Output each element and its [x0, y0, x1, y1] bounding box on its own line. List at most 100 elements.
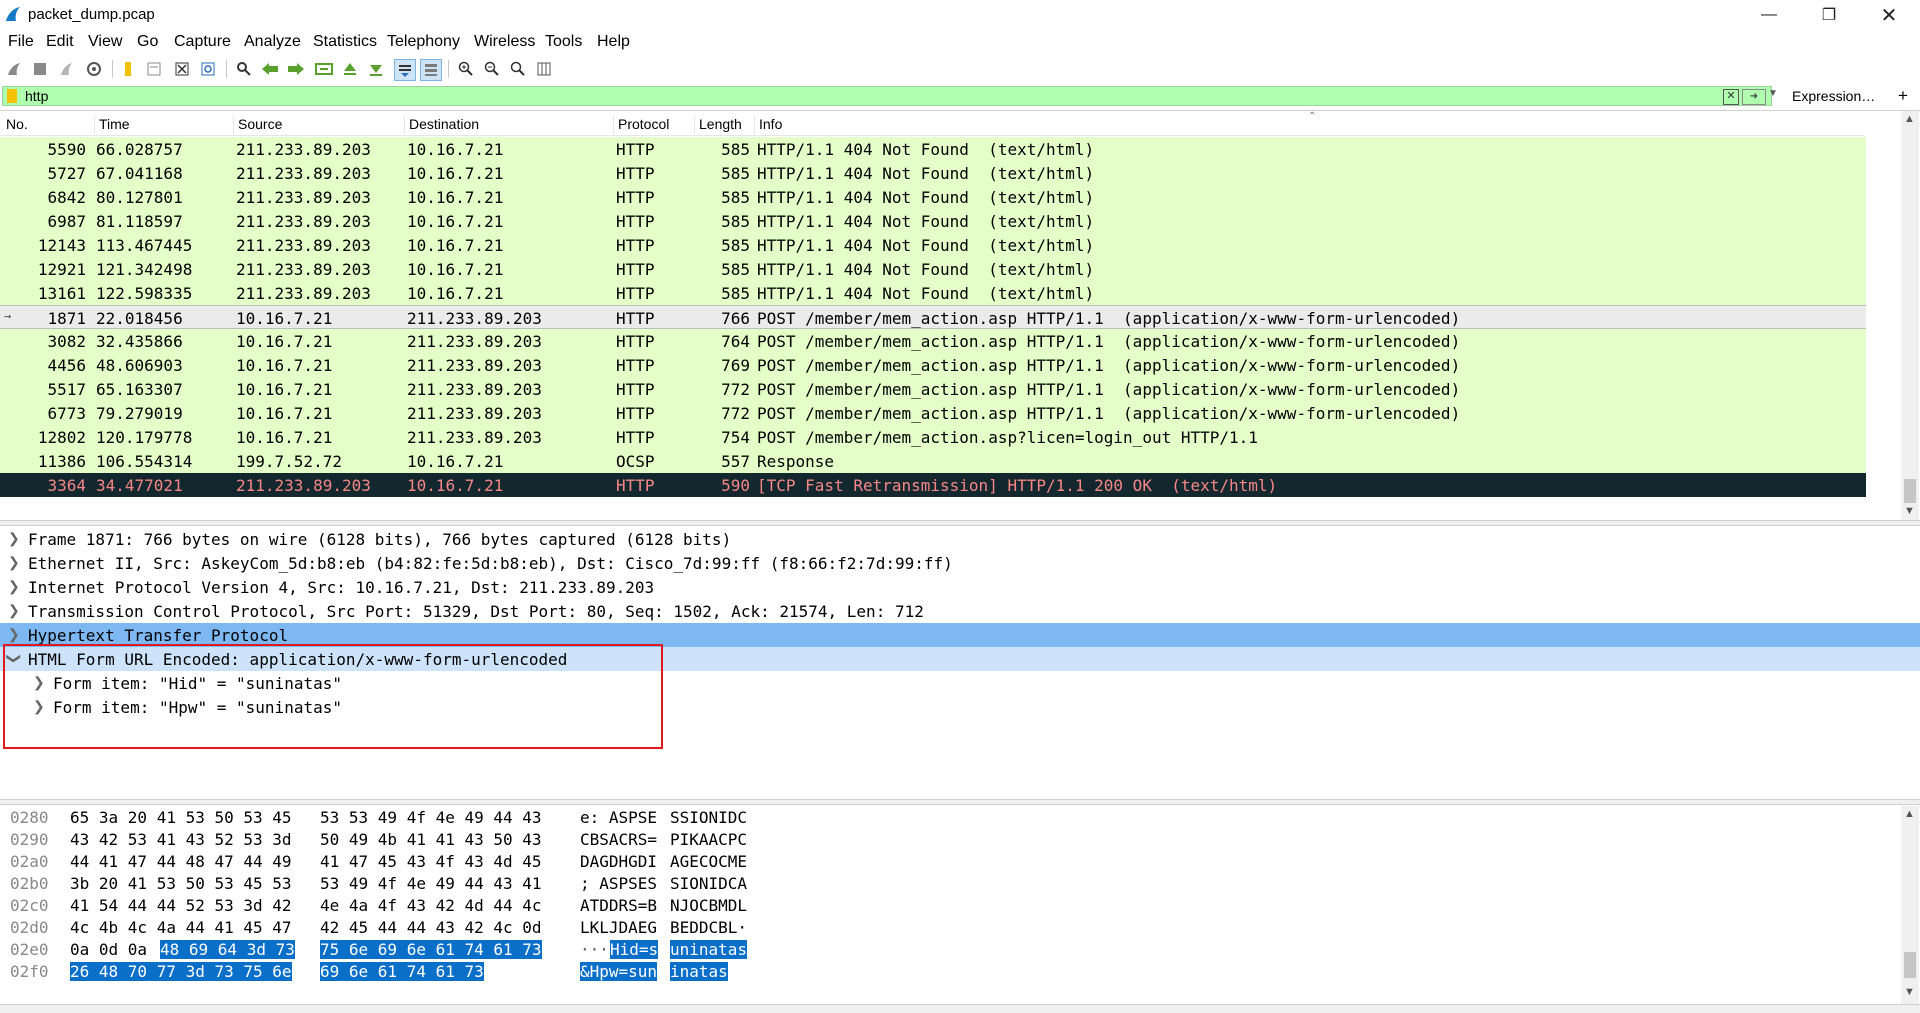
packet-row[interactable]: 12802 120.179778 10.16.7.21 211.233.89.203 H…	[0, 425, 1866, 449]
bytes-scrollbar[interactable]: ▲ ▼	[1901, 806, 1919, 1004]
filter-history-dropdown-icon[interactable]: ▼	[1768, 88, 1778, 99]
auto-scroll-icon[interactable]	[394, 59, 416, 81]
packet-row[interactable]: 13161 122.598335 211.233.89.203 10.16.7.21 H…	[0, 281, 1866, 305]
scrollbar-thumb[interactable]	[1904, 952, 1916, 978]
column-time[interactable]: Time	[94, 116, 130, 134]
cell-len: 772	[721, 404, 750, 423]
packet-row[interactable]: 4456 48.606903 10.16.7.21 211.233.89.203 HTT…	[0, 353, 1866, 377]
expand-arrow-icon[interactable]: ❯	[8, 554, 20, 571]
cell-len: 585	[721, 140, 750, 159]
clear-filter-icon[interactable]: ✕	[1723, 89, 1739, 105]
packet-row[interactable]: 6987 81.118597 211.233.89.203 10.16.7.21 HTT…	[0, 209, 1866, 233]
column-destination[interactable]: Destination	[404, 116, 479, 134]
column-source[interactable]: Source	[233, 116, 282, 134]
go-to-packet-icon[interactable]	[314, 59, 334, 79]
scroll-down-icon[interactable]: ▼	[1904, 505, 1915, 517]
menu-tools[interactable]: Tools	[545, 33, 582, 51]
colorize-icon[interactable]	[420, 59, 442, 81]
packet-row[interactable]: → 1871 22.018456 10.16.7.21 211.233.89.203 HT…	[0, 305, 1866, 329]
reload-file-icon[interactable]	[198, 59, 218, 79]
cell-dst: 211.233.89.203	[407, 428, 542, 447]
expand-arrow-icon[interactable]: ❯	[8, 602, 20, 619]
last-packet-icon[interactable]	[366, 59, 386, 79]
detail-ipv4[interactable]: ❯ Internet Protocol Version 4, Src: 10.1…	[0, 575, 1920, 599]
detail-tcp[interactable]: ❯ Transmission Control Protocol, Src Por…	[0, 599, 1920, 623]
hex-a1: e: ASPSE	[580, 808, 658, 827]
packet-list-scrollbar[interactable]: ▲ ▼	[1901, 111, 1919, 521]
column-length[interactable]: Length	[694, 116, 742, 134]
packet-row[interactable]: 6842 80.127801 211.233.89.203 10.16.7.21 HTT…	[0, 185, 1866, 209]
hex-selected-bytes: 69 6e 61 74 61 73	[320, 962, 484, 981]
hex-row[interactable]: 02e0 0a 0d 0a 48 69 64 3d 73 75 6e 69 6e…	[0, 938, 1900, 960]
packet-row[interactable]: 5727 67.041168 211.233.89.203 10.16.7.21 HTT…	[0, 161, 1866, 185]
detail-ethernet[interactable]: ❯ Ethernet II, Src: AskeyCom_5d:b8:eb (b…	[0, 551, 1920, 575]
hex-row[interactable]: 02c0 41 54 44 44 52 53 3d 42 4e 4a 4f 43 4…	[0, 894, 1900, 916]
start-capture-icon[interactable]	[4, 59, 24, 79]
open-file-icon[interactable]	[118, 59, 138, 79]
close-file-icon[interactable]	[172, 59, 192, 79]
scroll-up-icon[interactable]: ▲	[1904, 113, 1915, 125]
column-protocol[interactable]: Protocol	[613, 116, 669, 134]
pane-splitter[interactable]	[0, 520, 1920, 526]
hex-row[interactable]: 02d0 4c 4b 4c 4a 44 41 45 47 42 45 44 44 4…	[0, 916, 1900, 938]
packet-row[interactable]: 11386 106.554314 199.7.52.72 10.16.7.21 OCSP…	[0, 449, 1866, 473]
packet-row[interactable]: 12921 121.342498 211.233.89.203 10.16.7.21 H…	[0, 257, 1866, 281]
stop-capture-icon[interactable]	[30, 59, 50, 79]
display-filter-input[interactable]: http	[2, 86, 1772, 106]
annotation-highlight-box	[3, 644, 663, 749]
menu-statistics[interactable]: Statistics	[313, 33, 377, 51]
menu-edit[interactable]: Edit	[46, 33, 74, 51]
close-icon[interactable]: ✕	[1866, 0, 1912, 30]
detail-frame[interactable]: ❯ Frame 1871: 766 bytes on wire (6128 bi…	[0, 527, 1920, 551]
expand-arrow-icon[interactable]: ❯	[8, 578, 20, 595]
save-file-icon[interactable]	[144, 59, 164, 79]
pane-splitter[interactable]	[0, 799, 1920, 805]
menu-file[interactable]: File	[8, 33, 34, 51]
hex-row[interactable]: 02f0 26 48 70 77 3d 73 75 6e 69 6e 61 74…	[0, 960, 1900, 982]
column-no[interactable]: No.	[2, 116, 28, 134]
menu-go[interactable]: Go	[137, 33, 158, 51]
packet-row[interactable]: 3364 34.477021 211.233.89.203 10.16.7.21 HTT…	[0, 473, 1866, 497]
expand-arrow-icon[interactable]: ❯	[8, 530, 20, 547]
hex-row[interactable]: 0290 43 42 53 41 43 52 53 3d 50 49 4b 41 4…	[0, 828, 1900, 850]
menu-view[interactable]: View	[88, 33, 122, 51]
first-packet-icon[interactable]	[340, 59, 360, 79]
normal-size-icon[interactable]	[508, 59, 528, 79]
resize-columns-icon[interactable]	[534, 59, 554, 79]
expression-button[interactable]: Expression…	[1792, 88, 1875, 104]
zoom-out-icon[interactable]	[482, 59, 502, 79]
menu-analyze[interactable]: Analyze	[244, 33, 301, 51]
packet-row[interactable]: 5590 66.028757 211.233.89.203 10.16.7.21 HTT…	[0, 137, 1866, 161]
column-info[interactable]: Info	[754, 116, 782, 134]
packet-row[interactable]: 5517 65.163307 10.16.7.21 211.233.89.203 HTT…	[0, 377, 1866, 401]
packet-row[interactable]: 6773 79.279019 10.16.7.21 211.233.89.203 HTT…	[0, 401, 1866, 425]
find-packet-icon[interactable]	[234, 59, 254, 79]
cell-dst: 10.16.7.21	[407, 140, 504, 159]
restart-capture-icon[interactable]	[56, 59, 76, 79]
menu-help[interactable]: Help	[597, 33, 630, 51]
cell-dst: 10.16.7.21	[407, 236, 504, 255]
apply-filter-icon[interactable]: ➜	[1742, 89, 1766, 105]
filter-text[interactable]: http	[25, 88, 48, 104]
minimize-icon[interactable]: —	[1746, 0, 1792, 30]
scroll-down-icon[interactable]: ▼	[1904, 986, 1915, 998]
menu-capture[interactable]: Capture	[174, 33, 231, 51]
go-forward-icon[interactable]	[286, 59, 306, 79]
packet-row[interactable]: 3082 32.435866 10.16.7.21 211.233.89.203 HTT…	[0, 329, 1866, 353]
bookmark-icon[interactable]	[7, 89, 17, 103]
scrollbar-thumb[interactable]	[1904, 479, 1916, 503]
restore-icon[interactable]: ❐	[1806, 0, 1852, 30]
scroll-up-icon[interactable]: ▲	[1904, 808, 1915, 820]
hex-row[interactable]: 02b0 3b 20 41 53 50 53 45 53 53 49 4f 4e 4…	[0, 872, 1900, 894]
hex-a1: DAGDHGDI	[580, 852, 658, 871]
add-filter-button[interactable]: +	[1898, 86, 1908, 106]
hex-row[interactable]: 0280 65 3a 20 41 53 50 53 45 53 53 49 4f 4…	[0, 806, 1900, 828]
zoom-in-icon[interactable]	[456, 59, 476, 79]
go-back-icon[interactable]	[260, 59, 280, 79]
packet-row[interactable]: 12143 113.467445 211.233.89.203 10.16.7.21 H…	[0, 233, 1866, 257]
capture-options-icon[interactable]	[84, 59, 104, 79]
menu-telephony[interactable]: Telephony	[387, 33, 460, 51]
hex-row[interactable]: 02a0 44 41 47 44 48 47 44 49 41 47 45 43 4…	[0, 850, 1900, 872]
expand-arrow-icon[interactable]: ❯	[8, 626, 20, 643]
menu-wireless[interactable]: Wireless	[474, 33, 535, 51]
